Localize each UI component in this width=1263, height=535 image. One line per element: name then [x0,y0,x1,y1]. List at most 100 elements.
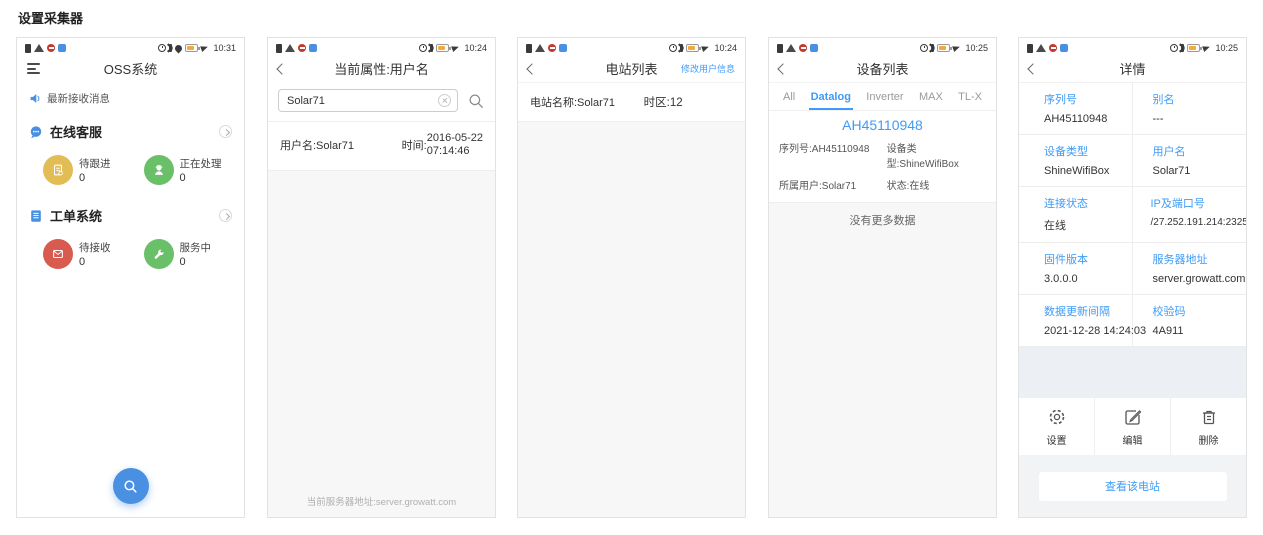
bluetooth-icon [430,44,433,52]
time-date: 2016-05-22 [427,132,483,145]
stat-in-service[interactable]: 服务中 0 [144,239,245,269]
empty-area: 当前服务器地址:server.growatt.com [268,171,495,517]
device-type-tabs: All Datalog Inverter MAX TL-X [769,82,996,110]
edit-button[interactable]: 编辑 [1094,398,1170,455]
chevron-right-icon[interactable] [219,209,232,222]
alarm-icon [419,44,427,52]
stat-to-follow-up[interactable]: 待跟进 0 [43,155,144,185]
app-badge-icon [58,44,66,52]
stat-label: 正在处理 [180,156,222,171]
alarm-icon [158,44,166,52]
status-time: 10:25 [1215,43,1238,53]
field-label: 序列号 [1044,91,1128,107]
spacer [1019,347,1246,398]
field-value: --- [1153,113,1243,125]
field-label: 别名 [1153,91,1243,107]
wifi-icon [34,44,44,52]
tab-max[interactable]: MAX [917,89,945,110]
back-icon[interactable] [526,63,537,74]
app-badge-icon [1060,44,1068,52]
device-owner: 所属用户:Solar71 [779,177,887,192]
field-label: 用户名 [1153,143,1243,159]
vpn-arrow-icon [452,44,461,52]
empty-area [518,122,745,517]
tab-all[interactable]: All [781,89,797,110]
phone-panel-detail: 10:25 详情 序列号AH45110948 别名--- 设备类型ShineWi… [1018,37,1247,518]
bottom-button-area: 查看该电站 [1019,455,1246,517]
agent-headset-icon [144,155,174,185]
back-icon[interactable] [777,63,788,74]
app-badge-icon [559,44,567,52]
menu-icon[interactable] [27,63,40,74]
field-value: ShineWifiBox [1044,165,1128,177]
device-card[interactable]: AH45110948 序列号:AH45110948 设备类型:ShineWifi… [769,110,996,203]
gear-icon [1047,407,1067,427]
search-input[interactable] [287,95,438,107]
field-value: 4A911 [1153,325,1243,337]
tab-datalog[interactable]: Datalog [809,89,853,110]
battery-icon [937,44,950,52]
stat-label: 待跟进 [79,156,111,171]
alarm-icon [669,44,677,52]
section-work-order[interactable]: 工单系统 [17,197,244,229]
field-label: 数据更新间隔 [1044,303,1128,319]
stat-to-receive[interactable]: 待接收 0 [43,239,144,269]
stat-processing[interactable]: 正在处理 0 [144,155,245,185]
time-label: 时间: [402,137,427,153]
time-clock: 07:14:46 [427,145,483,158]
sim-icon [526,44,532,53]
battery-icon [436,44,449,52]
latest-message-row[interactable]: 最新接收消息 [17,82,244,113]
device-serial-title: AH45110948 [779,117,986,133]
latest-message-label: 最新接收消息 [47,91,110,106]
plant-row[interactable]: 电站名称:Solar71 时区:12 [518,82,745,122]
bluetooth-icon [931,44,934,52]
tutorial-page: 设置采集器 10:31 OSS系统 [0,0,1263,535]
header-title: OSS系统 [47,59,214,78]
tab-inverter[interactable]: Inverter [864,89,905,110]
device-fields: 序列号:AH45110948 设备类型:ShineWifiBox 所属用户:So… [779,140,986,192]
delete-button[interactable]: 删除 [1170,398,1246,455]
vpn-arrow-icon [702,44,711,52]
plant-timezone: 时区:12 [644,94,683,110]
settings-button[interactable]: 设置 [1019,398,1094,455]
tab-tlx[interactable]: TL-X [956,89,984,110]
status-time: 10:31 [213,43,236,53]
battery-icon [185,44,198,52]
phone-panel-oss-home: 10:31 OSS系统 最新接收消息 在线客服 [16,37,245,518]
user-result-row[interactable]: 用户名:Solar71 时间: 2016-05-22 07:14:46 [268,122,495,171]
field-value: /27.252.191.214:23251 [1151,217,1243,228]
header: OSS系统 [17,55,244,82]
sim-icon [1027,44,1033,53]
field-value: AH45110948 [1044,113,1128,125]
speaker-icon [29,92,42,105]
header: 当前属性:用户名 [268,55,495,82]
clear-icon[interactable] [438,94,451,107]
stat-label: 待接收 [79,240,111,255]
section-title: 在线客服 [50,122,212,141]
status-time: 10:24 [464,43,487,53]
view-plant-button[interactable]: 查看该电站 [1039,472,1227,501]
field-label: 校验码 [1153,303,1243,319]
no-more-data-label: 没有更多数据 [769,203,996,228]
bluetooth-icon [680,44,683,52]
follow-up-doc-icon [43,155,73,185]
back-icon[interactable] [276,63,287,74]
section-online-service[interactable]: 在线客服 [17,113,244,145]
device-type: 设备类型:ShineWifiBox [887,140,986,170]
header: 设备列表 [769,55,996,82]
modify-user-link[interactable]: 修改用户信息 [681,62,735,75]
search-icon[interactable] [467,92,485,110]
location-icon [174,43,184,53]
wifi-icon [1036,44,1046,52]
header-title: 当前属性:用户名 [298,59,465,78]
wifi-icon [786,44,796,52]
search-box[interactable] [278,89,458,112]
chevron-right-icon[interactable] [219,125,232,138]
back-icon[interactable] [1027,63,1038,74]
field-value: Solar71 [1153,165,1243,177]
search-fab[interactable] [113,468,149,504]
status-time: 10:25 [965,43,988,53]
edit-icon [1123,407,1143,427]
stat-label: 服务中 [180,240,212,255]
